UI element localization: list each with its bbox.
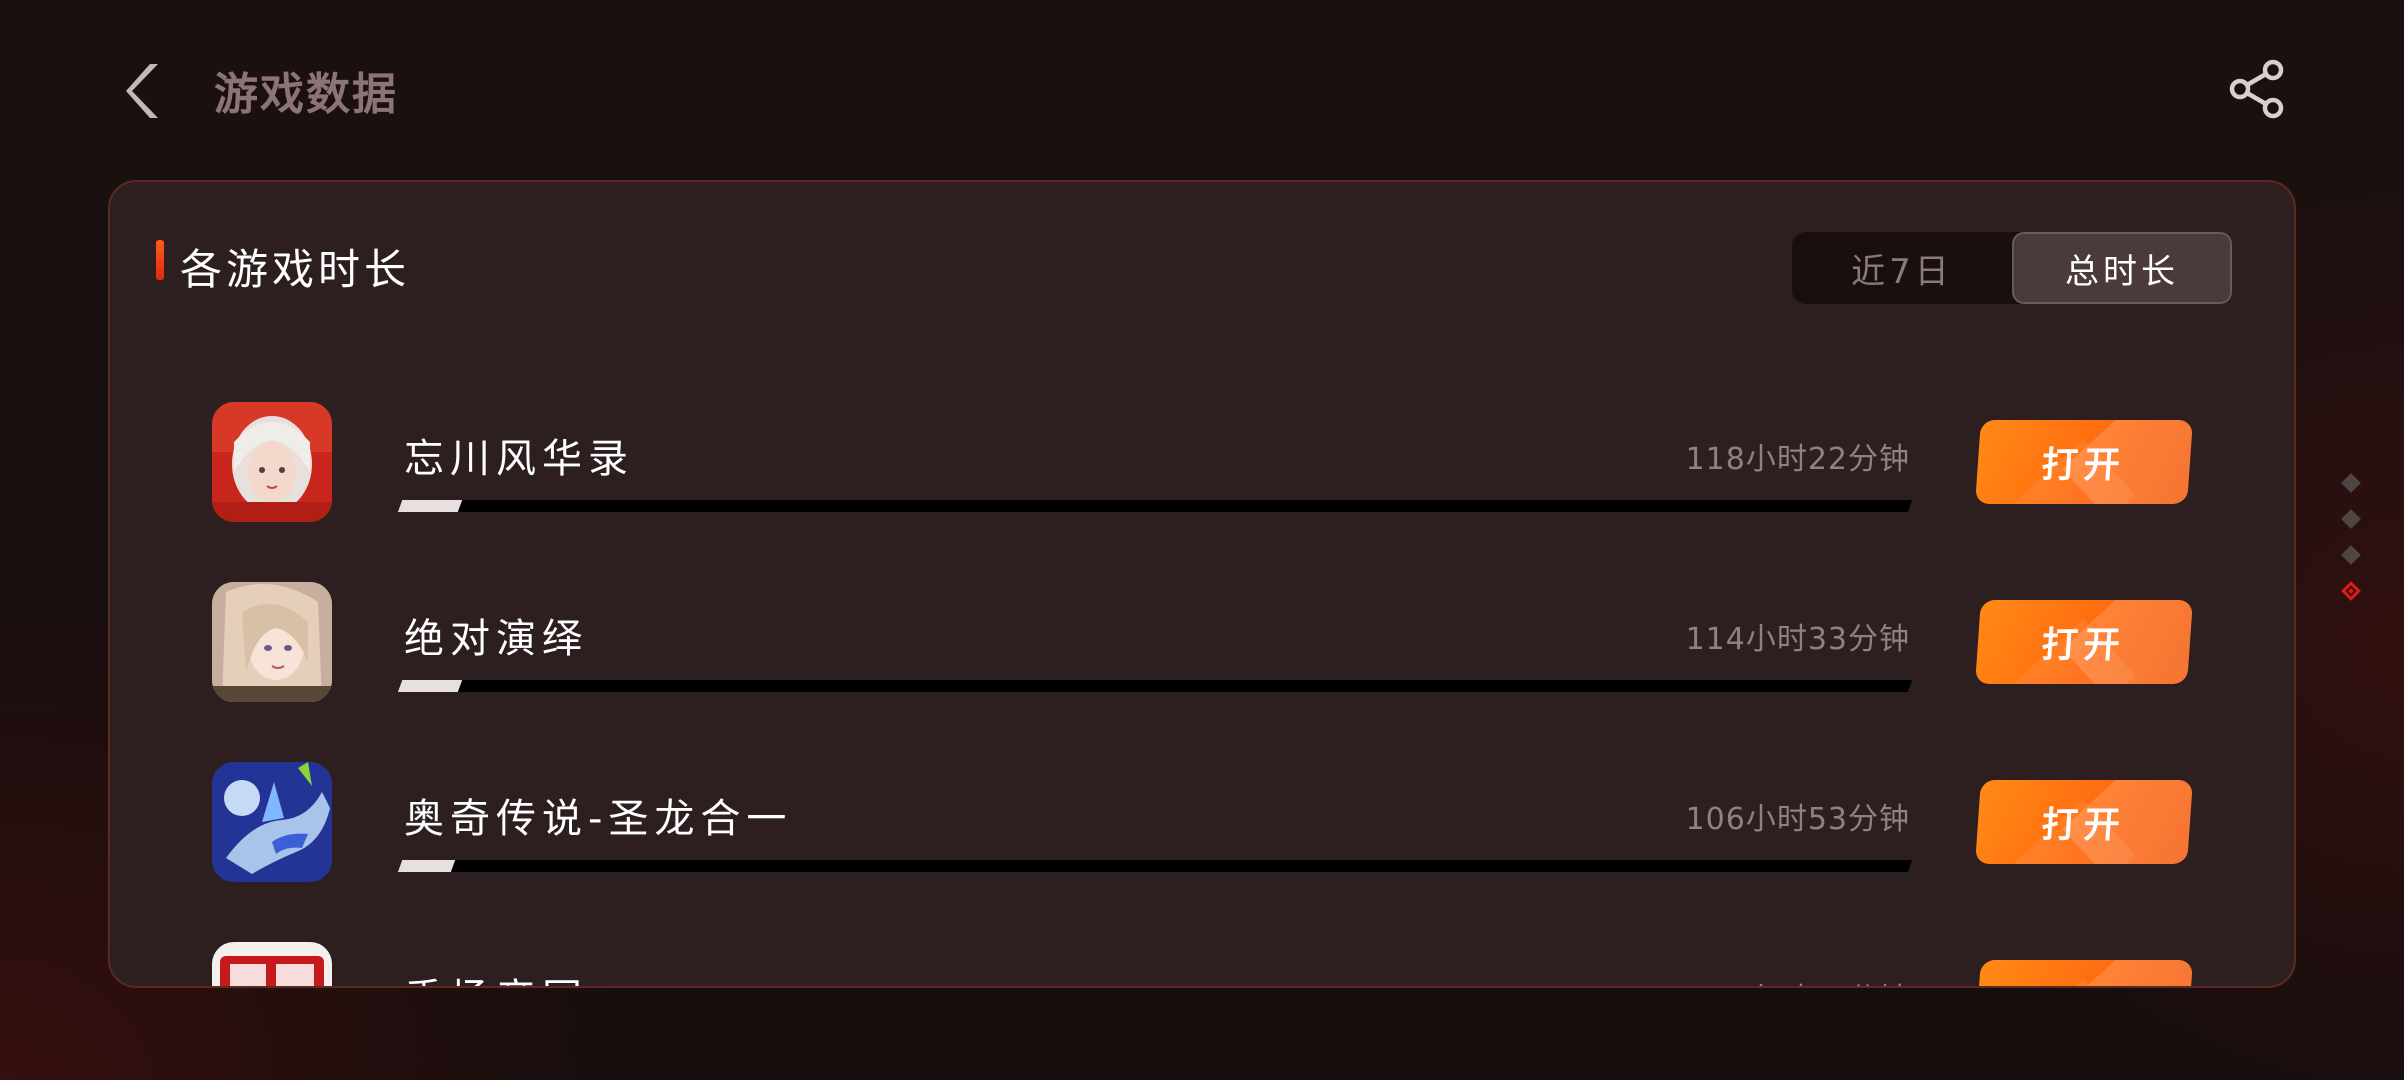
game-name: 忘川风华录 (404, 436, 634, 482)
game-name: 绝对演绎 (404, 616, 588, 662)
game-icon[interactable] (212, 942, 332, 988)
open-button-label: 打开 (2040, 805, 2128, 846)
list-item: 秀场帝国 34小时35分钟 打开 (110, 942, 2294, 988)
playtime-bar-fill (397, 680, 463, 692)
open-game-button[interactable]: 打开 (1975, 960, 2193, 986)
game-duration-panel: 各游戏时长 近7日 总时长 忘川风华录 118小时22分钟 打开 绝对演绎 11… (108, 180, 2296, 988)
playtime-bar (397, 860, 1913, 872)
game-playtime: 106小时53分钟 (1685, 802, 1910, 837)
game-icon[interactable] (212, 402, 332, 522)
game-name: 秀场帝国 (404, 966, 588, 986)
page-title: 游戏数据 (214, 69, 398, 120)
game-playtime: 114小时33分钟 (1685, 622, 1910, 657)
game-playtime: 34小时35分钟 (1706, 974, 1910, 986)
list-item: 忘川风华录 118小时22分钟 打开 (110, 402, 2294, 532)
app-screen: 游戏数据 各游戏时长 近7日 总时长 忘川风华录 118小时22分钟 打开 绝对… (0, 0, 2404, 1080)
game-playtime: 118小时22分钟 (1685, 442, 1910, 477)
page-dot-active[interactable] (2341, 581, 2361, 601)
open-button-label: 打开 (2040, 445, 2128, 486)
playtime-bar (397, 680, 1913, 692)
open-game-button[interactable]: 打开 (1975, 420, 2193, 504)
page-dot[interactable] (2341, 545, 2361, 565)
back-button[interactable] (118, 60, 172, 122)
game-icon[interactable] (212, 582, 332, 702)
open-button-label: 打开 (2040, 976, 2128, 986)
page-dot[interactable] (2341, 473, 2361, 493)
list-item: 奥奇传说-圣龙合一 106小时53分钟 打开 (110, 762, 2294, 892)
page-indicator (2340, 473, 2364, 616)
share-icon[interactable] (2226, 58, 2288, 120)
open-button-label: 打开 (2040, 625, 2128, 666)
open-game-button[interactable]: 打开 (1975, 600, 2193, 684)
playtime-bar (397, 500, 1913, 512)
game-name: 奥奇传说-圣龙合一 (404, 796, 793, 842)
game-list: 忘川风华录 118小时22分钟 打开 绝对演绎 114小时33分钟 打开 奥奇传… (110, 182, 2294, 986)
playtime-bar-fill (397, 500, 463, 512)
page-dot[interactable] (2341, 509, 2361, 529)
playtime-bar-fill (397, 860, 456, 872)
list-item: 绝对演绎 114小时33分钟 打开 (110, 582, 2294, 712)
open-game-button[interactable]: 打开 (1975, 780, 2193, 864)
game-icon[interactable] (212, 762, 332, 882)
